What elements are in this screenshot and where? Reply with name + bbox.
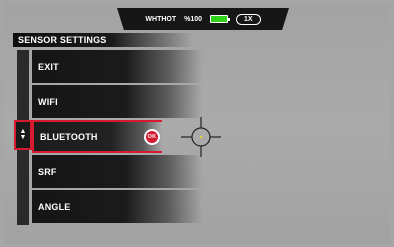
zoom-button[interactable]: 1X	[236, 13, 261, 25]
menu-item-angle[interactable]: ANGLE	[32, 190, 202, 223]
menu-item-label: SRF	[38, 166, 57, 177]
battery-percent: %100	[184, 15, 203, 23]
menu-item-wifi[interactable]: WIFI	[32, 85, 202, 118]
menu-item-srf[interactable]: SRF	[32, 155, 202, 188]
device-name: WHTHOT	[145, 15, 177, 23]
status-bar: WHTHOT %100 1X	[117, 8, 289, 30]
menu-title: SENSOR SETTINGS	[13, 33, 193, 47]
menu-item-label: WIFI	[38, 96, 58, 107]
menu-item-label: EXIT	[38, 61, 59, 72]
menu-item-label: BLUETOOTH	[40, 131, 98, 142]
battery-icon	[210, 15, 231, 23]
ok-button[interactable]: OK	[144, 128, 160, 145]
menu-item-label: ANGLE	[38, 201, 71, 212]
device-screen: WHTHOT %100 1X SENSOR SETTINGS ▲ ▼ EXIT …	[4, 4, 390, 243]
arrow-down-icon: ▼	[19, 134, 27, 141]
menu-item-bluetooth[interactable]: BLUETOOTH OK	[32, 120, 162, 153]
settings-menu: EXIT WIFI BLUETOOTH OK SRF ANGLE	[32, 50, 202, 225]
up-down-arrows-icon[interactable]: ▲ ▼	[14, 120, 32, 150]
crosshair-icon	[181, 117, 221, 157]
menu-item-exit[interactable]: EXIT	[32, 50, 202, 83]
